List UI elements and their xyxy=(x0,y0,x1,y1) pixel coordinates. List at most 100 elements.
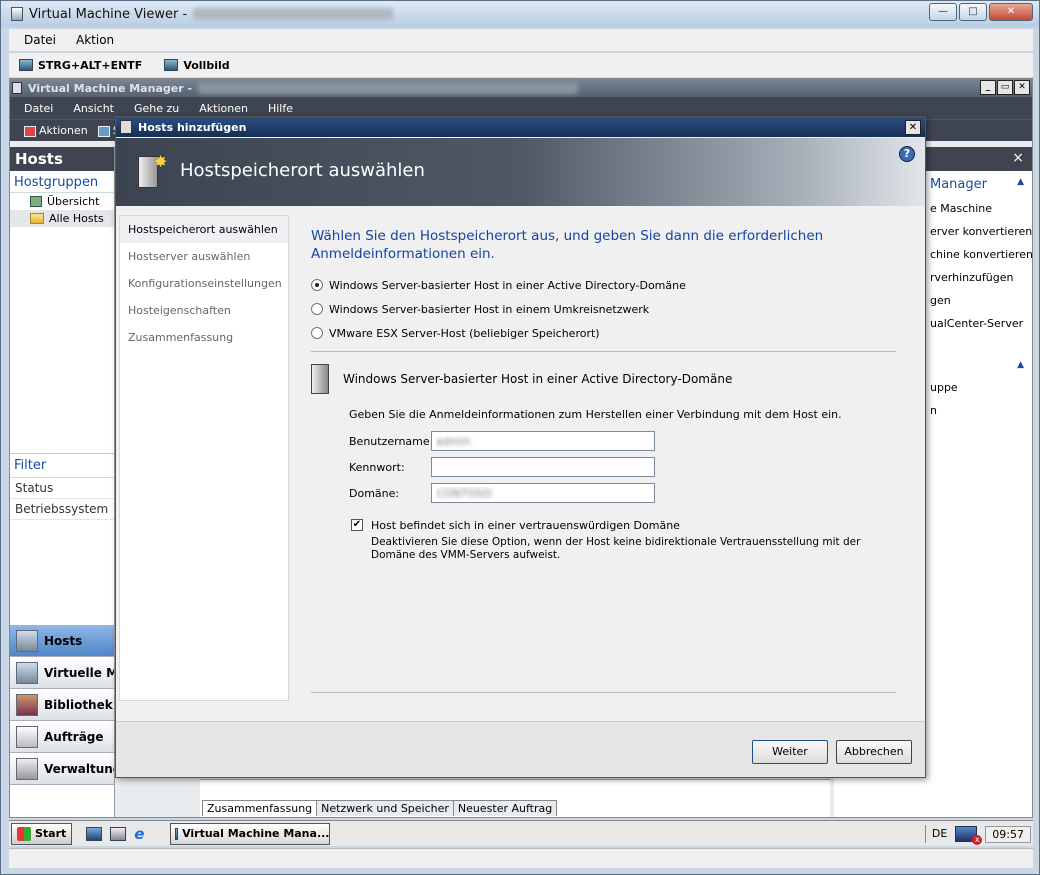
vmm-menu-hilfe[interactable]: Hilfe xyxy=(268,102,293,115)
details-pane: Zusammenfassung Netzwerk und Speicher Ne… xyxy=(200,779,830,817)
domain-field[interactable] xyxy=(431,483,655,503)
fullscreen-button[interactable]: Vollbild xyxy=(164,58,230,72)
filter-os[interactable]: Betriebssystem xyxy=(10,499,114,520)
nav-virtual-machines[interactable]: Virtuelle Ma xyxy=(10,657,114,689)
radio-perimeter[interactable]: Windows Server-basierter Host in einem U… xyxy=(311,301,901,317)
administration-icon xyxy=(16,757,38,780)
nav-administration[interactable]: Verwaltung xyxy=(10,753,115,785)
vmm-menu-datei[interactable]: Datei xyxy=(24,102,53,115)
section-header: Windows Server-basierter Host in einer A… xyxy=(311,364,901,394)
server-manager-icon[interactable] xyxy=(110,826,127,841)
minimize-button[interactable]: — xyxy=(929,3,957,21)
nav-library-label: Bibliothek xyxy=(44,697,113,712)
tab-network-storage[interactable]: Netzwerk und Speicher xyxy=(316,800,454,816)
viewer-title: Virtual Machine Viewer - xyxy=(29,6,188,22)
trusted-domain-label: Host befindet sich in einer vertrauenswü… xyxy=(371,519,680,532)
tree-item-overview[interactable]: Übersicht xyxy=(10,193,114,210)
radio-vmware-label: VMware ESX Server-Host (beliebiger Speic… xyxy=(329,326,600,340)
close-button[interactable]: ✕ xyxy=(989,3,1033,21)
cancel-button[interactable]: Abbrechen xyxy=(836,740,912,764)
vmm-menu-ansicht[interactable]: Ansicht xyxy=(73,102,114,115)
blurred-host-name xyxy=(193,8,394,20)
windows-flag-icon xyxy=(17,826,31,841)
radio-perimeter-control[interactable] xyxy=(311,303,323,315)
radio-ad-domain[interactable]: Windows Server-basierter Host in einer A… xyxy=(311,277,901,293)
star-icon: ✸ xyxy=(154,152,168,171)
radio-ad-domain-control[interactable] xyxy=(311,279,323,291)
language-indicator[interactable]: DE xyxy=(924,825,947,843)
overview-icon xyxy=(30,196,42,207)
actions-section-manager-label: Manager xyxy=(930,177,987,192)
clock[interactable]: 09:57 xyxy=(985,825,1031,843)
vmm-menu-gehe-zu[interactable]: Gehe zu xyxy=(134,102,179,115)
collapse-arrow-icon: ▲ xyxy=(1017,360,1024,370)
taskbar-vmm-button[interactable]: Virtual Machine Mana... xyxy=(170,822,331,845)
username-row: Benutzername: xyxy=(349,431,901,451)
keyboard-icon xyxy=(19,59,33,71)
password-field[interactable] xyxy=(431,457,655,477)
domain-row: Domäne: xyxy=(349,483,901,503)
vmm-close-button[interactable]: ✕ xyxy=(1014,80,1030,95)
internet-explorer-icon[interactable]: e xyxy=(134,825,144,843)
maximize-button[interactable]: □ xyxy=(959,3,987,21)
menu-aktion[interactable]: Aktion xyxy=(76,33,114,47)
next-button[interactable]: Weiter xyxy=(752,740,828,764)
step-configuration: Konfigurationseinstellungen xyxy=(128,277,282,290)
step-select-server: Hostserver auswählen xyxy=(128,250,251,263)
network-warning-icon[interactable] xyxy=(955,826,983,845)
nav-jobs-label: Aufträge xyxy=(44,729,104,744)
username-label: Benutzername: xyxy=(349,434,434,448)
domain-label: Domäne: xyxy=(349,486,400,500)
ctrl-alt-del-button[interactable]: STRG+ALT+ENTF xyxy=(19,59,142,72)
left-navigation-pane: Hosts Hostgruppen Übersicht Alle Hosts F… xyxy=(10,147,115,817)
menu-datei[interactable]: Datei xyxy=(24,33,56,47)
show-desktop-icon[interactable] xyxy=(86,826,103,841)
dialog-close-button[interactable]: ✕ xyxy=(905,120,921,135)
password-row: Kennwort: xyxy=(349,457,901,477)
nav-jobs[interactable]: Aufträge xyxy=(10,721,114,753)
ctrl-alt-del-label: STRG+ALT+ENTF xyxy=(38,58,143,72)
viewer-menubar: Datei Aktion xyxy=(9,29,1033,51)
banner-title: Hostspeicherort auswählen xyxy=(180,160,425,181)
trusted-domain-checkbox[interactable]: ✔ xyxy=(351,519,363,531)
library-icon xyxy=(16,693,38,716)
blurred-vmm-server xyxy=(198,82,579,94)
password-label: Kennwort: xyxy=(349,460,405,474)
dialog-footer: Weiter Abbrechen xyxy=(116,721,925,777)
step-host-properties: Hosteigenschaften xyxy=(128,304,231,317)
dialog-app-icon xyxy=(120,120,132,134)
tree-item-all-hosts[interactable]: Alle Hosts xyxy=(10,210,114,227)
nav-hosts[interactable]: Hosts xyxy=(10,625,114,657)
fullscreen-label: Vollbild xyxy=(183,58,230,72)
help-icon[interactable]: ? xyxy=(899,146,915,162)
wizard-steps: Hostspeicherort auswählen Hostserver aus… xyxy=(119,215,289,701)
vmm-titlebar: Virtual Machine Manager - _ ▭ ✕ xyxy=(10,79,1032,97)
filter-header: Filter xyxy=(10,454,114,478)
vmm-minimize-button[interactable]: _ xyxy=(980,80,996,95)
tab-summary[interactable]: Zusammenfassung xyxy=(202,800,318,816)
vmm-title: Virtual Machine Manager - xyxy=(28,81,193,95)
radio-vmware[interactable]: VMware ESX Server-Host (beliebiger Speic… xyxy=(311,325,901,341)
tab-latest-job[interactable]: Neuester Auftrag xyxy=(452,800,558,816)
trusted-domain-row[interactable]: ✔ Host befindet sich in einer vertrauens… xyxy=(351,519,901,532)
actions-pane-close-icon[interactable]: × xyxy=(1012,150,1024,166)
vmm-app-icon xyxy=(12,82,22,94)
start-button[interactable]: Start xyxy=(11,822,73,845)
filter-status[interactable]: Status xyxy=(10,478,114,499)
radio-vmware-control[interactable] xyxy=(311,327,323,339)
divider xyxy=(311,351,896,352)
vmm-restore-button[interactable]: ▭ xyxy=(997,80,1013,95)
taskbar-vmm-label: Virtual Machine Mana... xyxy=(182,827,330,840)
app-icon xyxy=(11,7,23,21)
vmm-actions-button[interactable]: Aktionen xyxy=(24,124,88,137)
nav-administration-label: Verwaltung xyxy=(44,761,115,776)
dialog-content: Wählen Sie den Hostspeicherort aus, und … xyxy=(311,227,901,562)
nav-library[interactable]: Bibliothek xyxy=(10,689,114,721)
add-hosts-dialog: Hosts hinzufügen ✕ ✸ Hostspeicherort aus… xyxy=(115,116,926,778)
username-field[interactable] xyxy=(431,431,655,451)
vmm-menu-aktionen[interactable]: Aktionen xyxy=(199,102,248,115)
section-description: Geben Sie die Anmeldeinformationen zum H… xyxy=(349,408,842,421)
viewer-status-bar xyxy=(9,848,1033,868)
hosts-icon xyxy=(16,629,38,652)
step-summary: Zusammenfassung xyxy=(128,331,234,344)
